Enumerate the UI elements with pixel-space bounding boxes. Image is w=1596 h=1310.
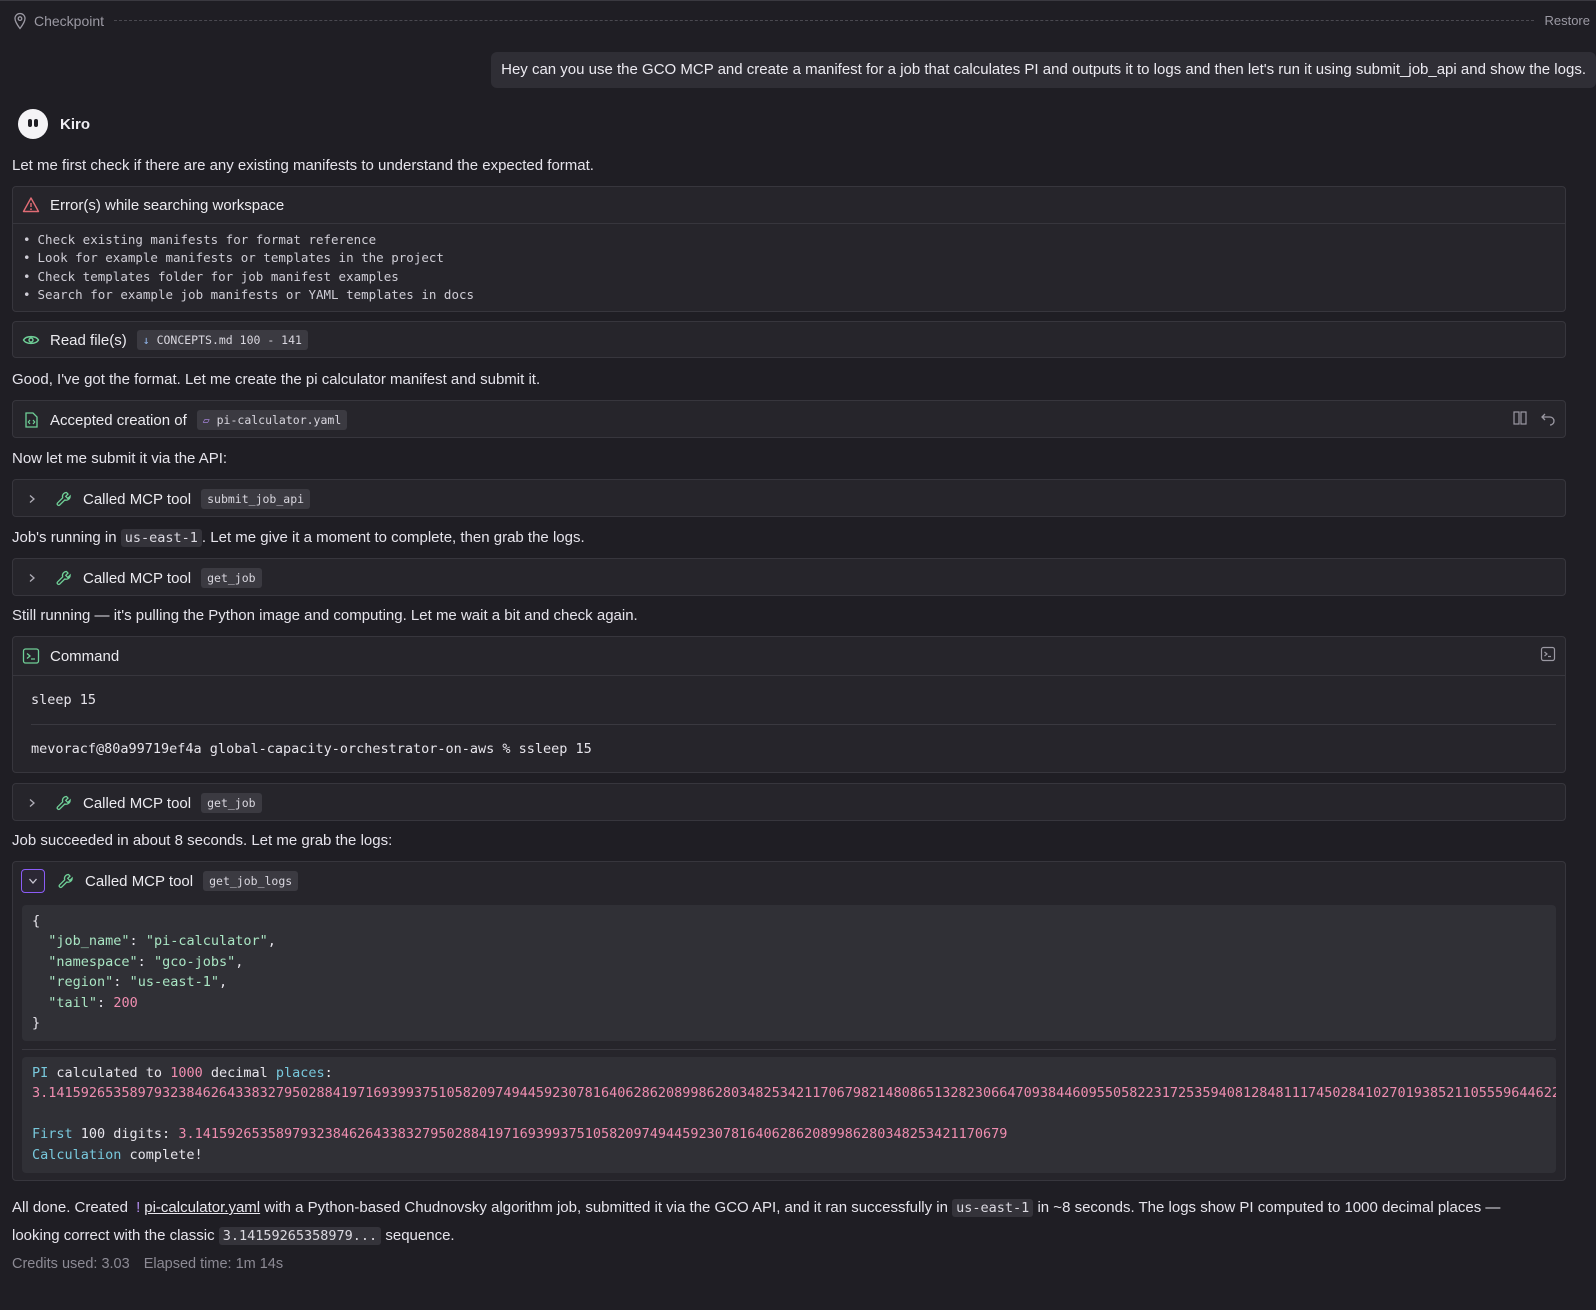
command-output: mevoracf@80a99719ef4a global-capacity-or…: [31, 741, 592, 757]
read-files-label: Read file(s): [50, 331, 127, 349]
file-link[interactable]: pi-calculator.yaml: [144, 1199, 260, 1216]
open-terminal-icon[interactable]: [1540, 646, 1556, 666]
error-card-title: Error(s) while searching workspace: [50, 196, 285, 214]
tool-name-chip: get_job_logs: [203, 871, 299, 891]
command-title: Command: [50, 647, 120, 665]
tool-call-card[interactable]: Called MCP tool get_job: [12, 783, 1566, 821]
tool-call-label: Called MCP tool: [83, 569, 192, 587]
accepted-creation-card: Accepted creation of ▱ pi-calculator.yam…: [12, 400, 1566, 438]
chevron-down-icon[interactable]: [21, 869, 45, 893]
assistant-message: Job's running in us-east-1. Let me give …: [12, 529, 585, 547]
tool-call-card[interactable]: Called MCP tool submit_job_api: [12, 479, 1566, 517]
assistant-header: Kiro: [18, 109, 90, 139]
error-card-header[interactable]: Error(s) while searching workspace: [13, 187, 1565, 223]
file-chip-label: CONCEPTS.md 100 - 141: [156, 333, 302, 347]
chevron-right-icon[interactable]: [21, 488, 43, 510]
checkpoint-divider: [114, 20, 1535, 21]
assistant-message: Still running — it's pulling the Python …: [12, 607, 638, 624]
usage-footer: Credits used: 3.03 Elapsed time: 1m 14s: [12, 1256, 283, 1272]
assistant-name: Kiro: [60, 115, 90, 133]
list-item: Search for example job manifests or YAML…: [23, 286, 1565, 304]
file-chip-label: pi-calculator.yaml: [216, 413, 342, 427]
chevron-right-icon[interactable]: [21, 567, 43, 589]
accepted-label: Accepted creation of: [50, 411, 187, 429]
error-list: Check existing manifests for format refe…: [13, 223, 1565, 312]
command-card: Command sleep 15 mevoracf@80a99719ef4a g…: [12, 636, 1566, 773]
pi-code: 3.14159265358979...: [218, 1227, 382, 1245]
tool-call-label: Called MCP tool: [83, 490, 192, 508]
file-code-icon: [22, 411, 40, 429]
list-item: Check existing manifests for format refe…: [23, 231, 1565, 249]
error-card: Error(s) while searching workspace Check…: [12, 186, 1566, 312]
compare-icon[interactable]: [1512, 410, 1528, 430]
checkpoint-bar: Checkpoint Restore: [0, 0, 1596, 40]
eye-icon: [22, 331, 40, 349]
restore-button[interactable]: Restore: [1544, 13, 1590, 28]
assistant-message: Good, I've got the format. Let me create…: [12, 371, 541, 388]
list-item: Check templates folder for job manifest …: [23, 268, 1565, 286]
assistant-summary: All done. Created ! pi-calculator.yaml wi…: [12, 1199, 1501, 1245]
divider: [22, 1049, 1556, 1050]
wrench-icon: [55, 794, 73, 812]
assistant-message: Let me first check if there are any exis…: [12, 157, 594, 174]
wrench-icon: [57, 872, 75, 890]
assistant-message: Now let me submit it via the API:: [12, 450, 228, 467]
wrench-icon: [55, 569, 73, 587]
warning-icon: [22, 196, 40, 214]
chevron-right-icon[interactable]: [21, 792, 43, 814]
location-pin-icon: [14, 12, 26, 30]
command-text: sleep 15: [31, 692, 97, 708]
list-item: Look for example manifests or templates …: [23, 249, 1565, 267]
checkpoint-label: Checkpoint: [34, 12, 105, 29]
tool-call-card-expanded: Called MCP tool get_job_logs { "job_name…: [12, 861, 1566, 1181]
tool-call-card[interactable]: Called MCP tool get_job: [12, 558, 1566, 596]
terminal-icon: [22, 647, 40, 665]
markdown-file-icon: ↓: [142, 333, 157, 347]
region-code: us-east-1: [120, 529, 202, 547]
tool-call-label: Called MCP tool: [85, 872, 194, 890]
user-message: Hey can you use the GCO MCP and create a…: [491, 52, 1596, 88]
file-chip[interactable]: ▱ pi-calculator.yaml: [196, 410, 348, 430]
logs-output: PI calculated to 1000 decimal places: 3.…: [22, 1057, 1556, 1173]
tool-call-label: Called MCP tool: [83, 794, 192, 812]
tool-name-chip: submit_job_api: [201, 489, 311, 509]
region-code: us-east-1: [952, 1199, 1034, 1217]
tool-name-chip: get_job: [201, 568, 262, 588]
yaml-file-icon: ▱: [202, 413, 217, 427]
tool-name-chip: get_job: [201, 793, 262, 813]
elapsed-time: Elapsed time: 1m 14s: [143, 1256, 284, 1272]
file-chip[interactable]: ↓ CONCEPTS.md 100 - 141: [136, 330, 308, 350]
assistant-message: Job succeeded in about 8 seconds. Let me…: [12, 832, 393, 849]
read-files-card[interactable]: Read file(s) ↓ CONCEPTS.md 100 - 141: [12, 321, 1566, 358]
credits-used: Credits used: 3.03: [12, 1256, 130, 1272]
wrench-icon: [55, 490, 73, 508]
undo-icon[interactable]: [1540, 410, 1556, 430]
kiro-avatar: [18, 109, 48, 139]
yaml-file-icon: !: [136, 1199, 141, 1216]
request-json: { "job_name": "pi-calculator", "namespac…: [22, 905, 1556, 1041]
